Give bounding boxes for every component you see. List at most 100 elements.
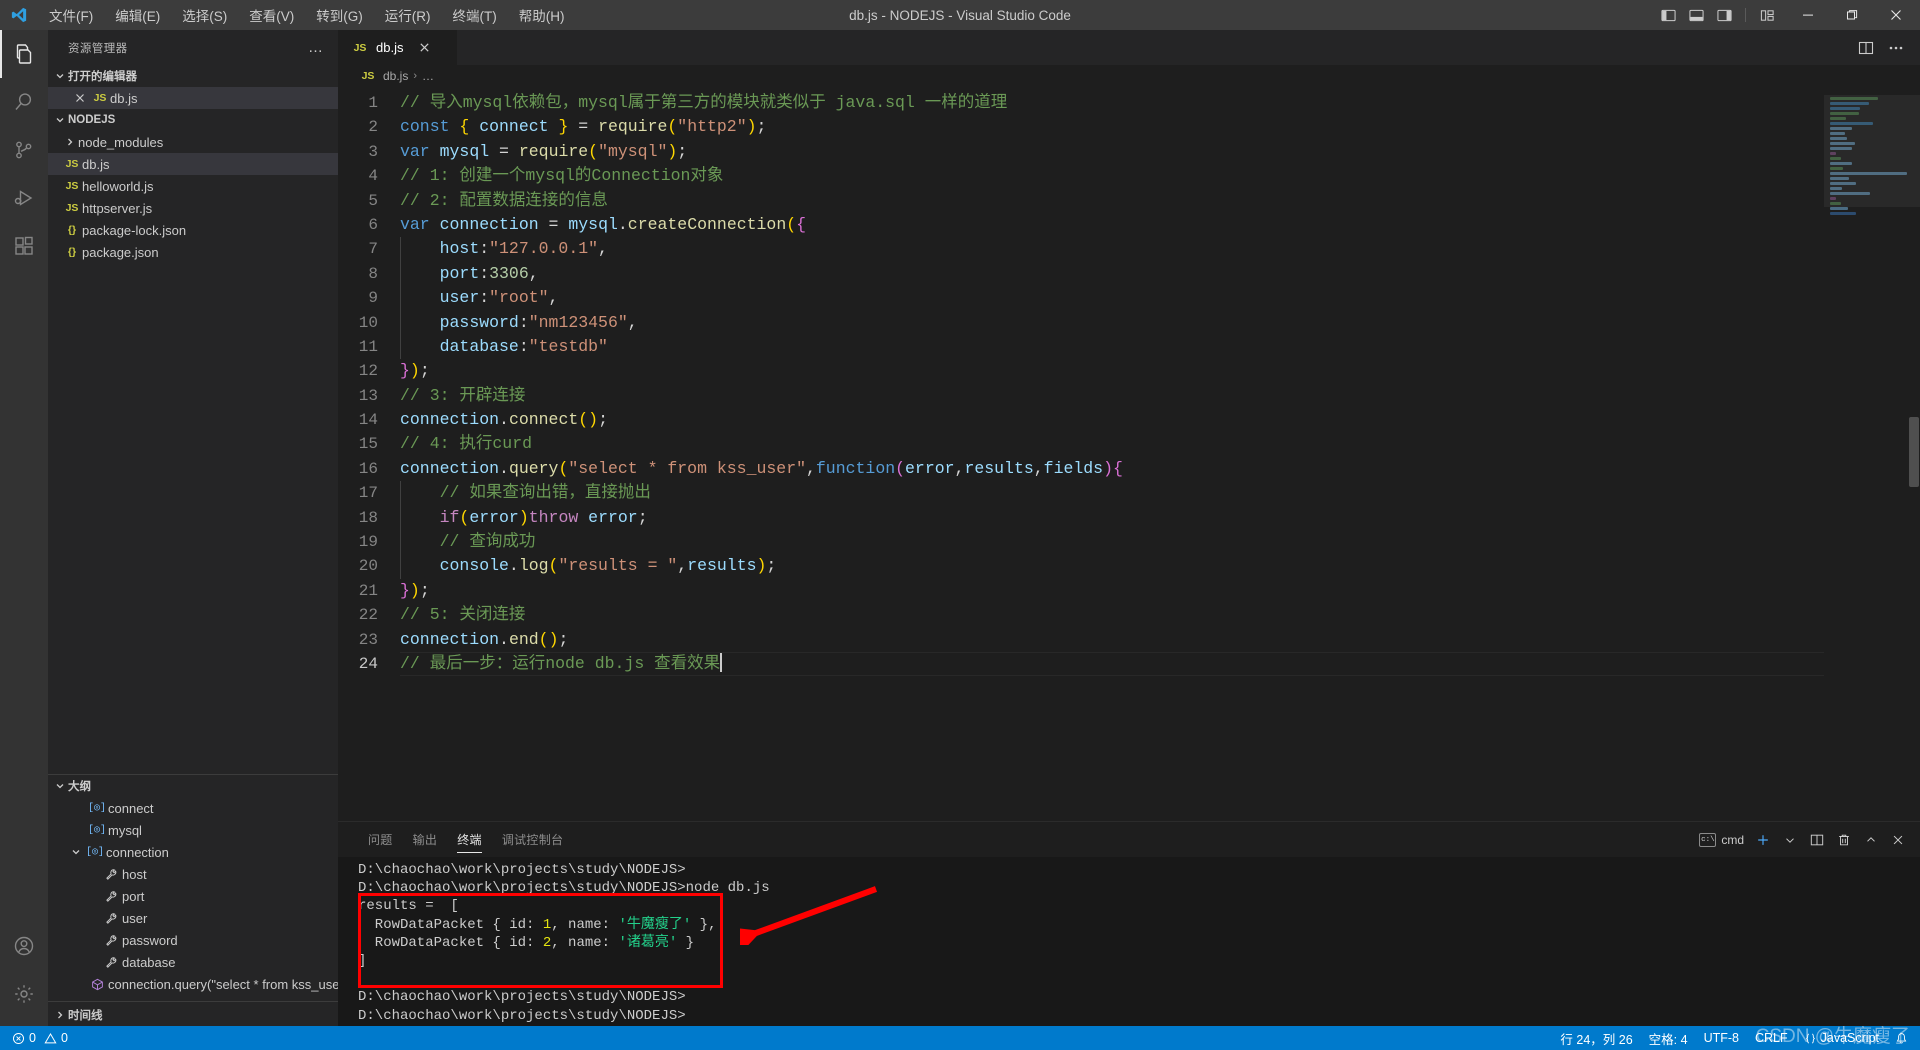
menu-selection[interactable]: 选择(S) — [171, 2, 238, 28]
code-line[interactable]: connection.query("select * from kss_user… — [400, 457, 1824, 481]
status-notifications[interactable] — [1887, 1026, 1916, 1050]
code-line[interactable]: const { connect } = require("http2"); — [400, 115, 1824, 139]
activity-extensions[interactable] — [0, 222, 48, 270]
outline-item-connect[interactable]: [◎] connect — [48, 797, 338, 819]
tree-item-package-lock-json[interactable]: {} package-lock.json — [48, 219, 338, 241]
menu-edit[interactable]: 编辑(E) — [104, 2, 171, 28]
menu-file[interactable]: 文件(F) — [38, 2, 104, 28]
close-icon[interactable] — [70, 93, 90, 103]
code-line[interactable]: connection.end(); — [400, 628, 1824, 652]
close-panel-icon[interactable] — [1886, 828, 1910, 852]
customize-layout-icon[interactable] — [1754, 2, 1780, 28]
activity-run-debug[interactable] — [0, 174, 48, 222]
menu-help[interactable]: 帮助(H) — [508, 2, 576, 28]
activity-settings[interactable] — [0, 970, 48, 1018]
kill-terminal-icon[interactable] — [1832, 828, 1856, 852]
outline-item-connection-query[interactable]: connection.query("select * from kss_user… — [48, 973, 338, 995]
split-terminal-icon[interactable] — [1805, 828, 1829, 852]
tree-item-helloworld-js[interactable]: JS helloworld.js — [48, 175, 338, 197]
code-line[interactable]: // 3: 开辟连接 — [400, 384, 1824, 408]
outline-item-host[interactable]: host — [48, 863, 338, 885]
code-line[interactable]: var mysql = require("mysql"); — [400, 140, 1824, 164]
section-open-editors[interactable]: 打开的编辑器 — [48, 65, 338, 87]
outline-item-password[interactable]: password — [48, 929, 338, 951]
code-line[interactable]: console.log("results = ",results); — [400, 554, 1824, 579]
menu-terminal[interactable]: 终端(T) — [442, 2, 508, 28]
panel-tab-output[interactable]: 输出 — [403, 822, 448, 857]
code-line[interactable]: port:3306, — [400, 261, 1824, 287]
activity-search[interactable] — [0, 78, 48, 126]
tab-db-js[interactable]: JS db.js — [338, 30, 458, 65]
window-minimize-button[interactable] — [1786, 0, 1830, 30]
code-line[interactable]: // 5: 关闭连接 — [400, 603, 1824, 627]
code-line[interactable]: // 4: 执行curd — [400, 432, 1824, 456]
tree-item-node-modules[interactable]: node_modules — [48, 131, 338, 153]
toggle-panel-icon[interactable] — [1683, 2, 1709, 28]
code-line[interactable]: // 最后一步：运行node db.js 查看效果 — [400, 651, 1824, 677]
activity-accounts[interactable] — [0, 922, 48, 970]
sidebar-more-icon[interactable]: … — [308, 39, 330, 56]
section-folder-nodejs[interactable]: NODEJS — [48, 109, 338, 131]
scrollbar-thumb[interactable] — [1909, 417, 1919, 487]
tree-item-db-js[interactable]: JS db.js — [48, 153, 338, 175]
window-maximize-button[interactable] — [1830, 0, 1874, 30]
panel-tab-problems[interactable]: 问题 — [358, 822, 403, 857]
menu-bar[interactable]: 文件(F) 编辑(E) 选择(S) 查看(V) 转到(G) 运行(R) 终端(T… — [38, 2, 576, 28]
tab-close-icon[interactable] — [419, 42, 430, 53]
status-eol[interactable]: CRLF — [1747, 1026, 1796, 1050]
code-line[interactable]: // 如果查询出错，直接抛出 — [400, 481, 1824, 506]
outline-item-connection[interactable]: [◎] connection — [48, 841, 338, 863]
outline-item-port[interactable]: port — [48, 885, 338, 907]
code-line[interactable]: connection.connect(); — [400, 408, 1824, 432]
status-indentation[interactable]: 空格: 4 — [1641, 1026, 1696, 1050]
maximize-panel-icon[interactable] — [1859, 828, 1883, 852]
code-line[interactable]: password:"nm123456", — [400, 310, 1824, 335]
chevron-down-icon[interactable] — [68, 847, 84, 857]
more-actions-icon[interactable] — [1882, 34, 1910, 62]
outline-item-mysql[interactable]: [◎] mysql — [48, 819, 338, 841]
code-line[interactable]: user:"root", — [400, 286, 1824, 311]
code-editor[interactable]: 1 2 3 4 5 6 7 8 9 10 11 12 13 14 15 16 17 18 19 20 21 22 23 24 … — [338, 87, 1920, 821]
terminal-shell-badge[interactable]: c:\ cmd — [1699, 832, 1748, 847]
code-content[interactable]: // 导入mysql依赖包，mysql属于第三方的模块就类似于 java.sql… — [400, 87, 1824, 821]
activity-explorer[interactable] — [0, 30, 48, 78]
menu-go[interactable]: 转到(G) — [305, 2, 374, 28]
code-line[interactable]: host:"127.0.0.1", — [400, 237, 1824, 262]
code-line[interactable]: if(error)throw error; — [400, 505, 1824, 531]
code-line[interactable]: }); — [400, 359, 1824, 383]
section-outline[interactable]: 大纲 — [48, 775, 338, 797]
chevron-down-icon[interactable] — [1778, 828, 1802, 852]
code-line[interactable]: database:"testdb" — [400, 334, 1824, 360]
code-line[interactable]: // 1: 创建一个mysql的Connection对象 — [400, 164, 1824, 188]
status-language-mode[interactable]: JavaScript — [1796, 1026, 1887, 1050]
status-encoding[interactable]: UTF-8 — [1696, 1026, 1747, 1050]
new-terminal-icon[interactable] — [1751, 828, 1775, 852]
toggle-primary-sidebar-icon[interactable] — [1655, 2, 1681, 28]
menu-view[interactable]: 查看(V) — [238, 2, 305, 28]
code-line[interactable]: // 导入mysql依赖包，mysql属于第三方的模块就类似于 java.sql… — [400, 91, 1824, 115]
status-problems[interactable]: 0 0 — [4, 1026, 76, 1050]
menu-run[interactable]: 运行(R) — [374, 2, 442, 28]
panel-tab-debug-console[interactable]: 调试控制台 — [492, 822, 574, 857]
code-line[interactable]: }); — [400, 579, 1824, 603]
open-editor-item-db-js[interactable]: JS db.js — [48, 87, 338, 109]
outline-item-database[interactable]: database — [48, 951, 338, 973]
tree-item-httpserver-js[interactable]: JS httpserver.js — [48, 197, 338, 219]
toggle-secondary-sidebar-icon[interactable] — [1711, 2, 1737, 28]
editor-scrollbar[interactable] — [1906, 87, 1920, 821]
panel-tab-terminal[interactable]: 终端 — [447, 822, 492, 857]
section-timeline[interactable]: 时间线 — [48, 1004, 338, 1026]
breadcrumb-file[interactable]: db.js — [383, 69, 408, 83]
window-close-button[interactable] — [1874, 0, 1918, 30]
code-line[interactable]: // 2: 配置数据连接的信息 — [400, 189, 1824, 213]
split-editor-icon[interactable] — [1852, 34, 1880, 62]
code-line[interactable]: // 查询成功 — [400, 530, 1824, 555]
breadcrumb-rest[interactable]: … — [422, 69, 434, 83]
activity-source-control[interactable] — [0, 126, 48, 174]
breadcrumb[interactable]: JS db.js › … — [338, 65, 1920, 87]
terminal-output[interactable]: D:\chaochao\work\projects\study\NODEJS> D… — [338, 857, 1920, 1026]
status-cursor-position[interactable]: 行 24，列 26 — [1552, 1026, 1640, 1050]
tree-item-package-json[interactable]: {} package.json — [48, 241, 338, 263]
outline-item-user[interactable]: user — [48, 907, 338, 929]
code-line[interactable]: var connection = mysql.createConnection(… — [400, 213, 1824, 237]
